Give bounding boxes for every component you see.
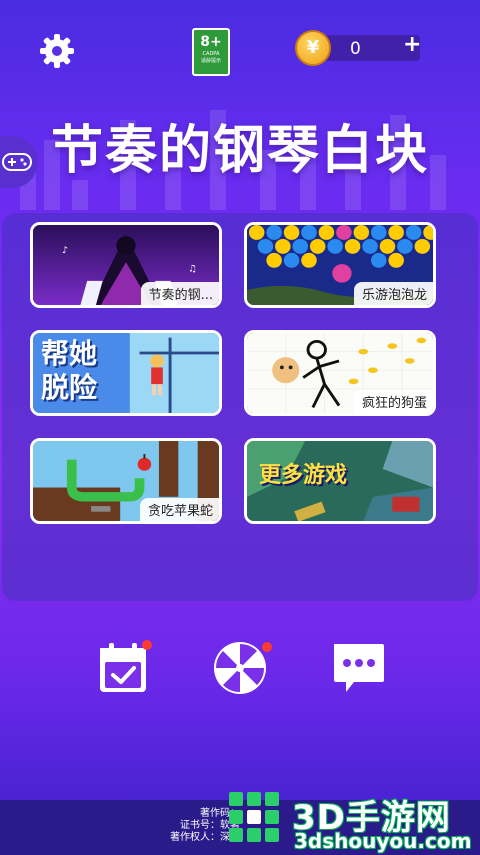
game-art-title: 帮她脱险 (41, 337, 98, 404)
game-label: 贪吃苹果蛇 (139, 498, 219, 521)
age-rating-value: 8+ (200, 34, 222, 50)
game-card-crazy-doge[interactable]: 疯狂的狗蛋 (244, 330, 436, 416)
watermark-url: 3dshouyou.com (294, 829, 472, 853)
game-card-more-games[interactable]: 更多游戏 (244, 438, 436, 524)
settings-gear-icon[interactable] (38, 32, 76, 70)
lucky-wheel-button[interactable] (212, 640, 272, 696)
game-card-help-her[interactable]: 帮她脱险 (30, 330, 222, 416)
svg-text:♫: ♫ (188, 264, 197, 275)
game-label: 节奏的钢... (140, 282, 219, 305)
lucky-wheel-icon (214, 642, 266, 694)
age-rating-org: CADPA (202, 51, 220, 57)
bottom-nav (0, 635, 480, 695)
app-title: 节奏的钢琴白块 (50, 121, 429, 181)
add-coins-button[interactable]: + (403, 32, 421, 57)
coin-count: 0 (350, 39, 361, 59)
calendar-checkin-button[interactable] (96, 640, 152, 696)
game-grid-panel: ♪ ♫ 节奏的钢... 乐游泡泡龙 帮她脱险 疯狂的狗蛋 贪吃苹果蛇 更多游戏 (2, 213, 478, 601)
game-art-title: 更多游戏 (259, 463, 348, 488)
age-rating-caption: 适龄提示 (200, 58, 221, 64)
watermark: 3D手游网 3dshouyou.com (220, 780, 480, 855)
watermark-logo-icon (229, 792, 279, 842)
chat-message-icon (334, 644, 384, 692)
coin-symbol: ¥ (306, 37, 320, 58)
top-bar: 8+ CADPA 适龄提示 ¥ 0 + (0, 0, 480, 100)
game-card-piano[interactable]: ♪ ♫ 节奏的钢... (30, 222, 222, 308)
age-rating-badge: 8+ CADPA 适龄提示 (192, 28, 230, 76)
chat-message-button[interactable] (330, 640, 386, 696)
coin-icon: ¥ (295, 30, 331, 66)
game-card-apple-snake[interactable]: 贪吃苹果蛇 (30, 438, 222, 524)
game-label: 乐游泡泡龙 (353, 282, 433, 305)
notification-badge (262, 642, 272, 652)
svg-text:♪: ♪ (62, 245, 68, 256)
coin-balance: ¥ 0 + (295, 30, 425, 66)
notification-badge (142, 640, 152, 650)
game-card-bubble[interactable]: 乐游泡泡龙 (244, 222, 436, 308)
game-label: 疯狂的狗蛋 (353, 390, 433, 413)
